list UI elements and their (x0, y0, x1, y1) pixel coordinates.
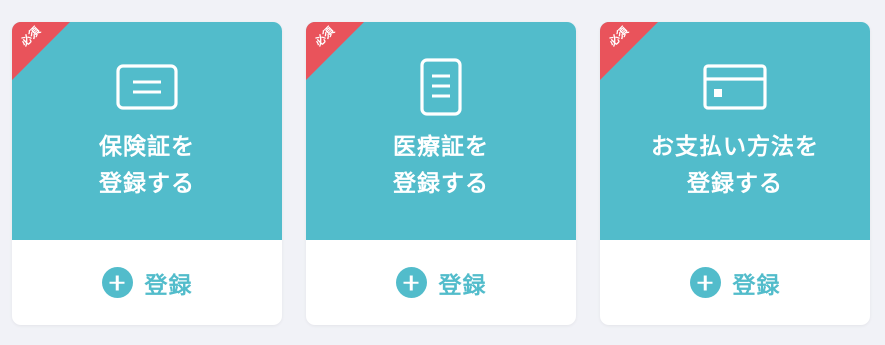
registration-cards: 必須 保険証を 登録する 登録 必須 医療証を 登録する 登録 必須 お支払い方… (0, 0, 885, 345)
register-label: 登録 (144, 272, 193, 299)
card-title-line2: 登録する (99, 171, 195, 197)
plus-circle-icon (395, 267, 427, 298)
register-label: 登録 (438, 272, 487, 299)
register-label: 登録 (732, 272, 781, 299)
card-title: お支払い方法を 登録する (600, 129, 870, 203)
card-title-line1: お支払い方法を (651, 134, 819, 160)
plus-circle-icon (689, 267, 721, 298)
plus-circle-icon (101, 267, 133, 298)
card-header[interactable]: 必須 医療証を 登録する (306, 22, 576, 240)
register-button[interactable]: 登録 (600, 240, 870, 325)
credit-card-icon (703, 64, 767, 110)
card-title: 医療証を 登録する (306, 129, 576, 203)
insurance-card-tile[interactable]: 必須 保険証を 登録する 登録 (12, 22, 282, 325)
card-header[interactable]: 必須 お支払い方法を 登録する (600, 22, 870, 240)
register-button[interactable]: 登録 (12, 240, 282, 325)
payment-method-tile[interactable]: 必須 お支払い方法を 登録する 登録 (600, 22, 870, 325)
card-title-line2: 登録する (687, 171, 783, 197)
register-button[interactable]: 登録 (306, 240, 576, 325)
card-title-line1: 保険証を (99, 134, 195, 160)
insurance-card-icon (116, 64, 178, 110)
card-title-line2: 登録する (393, 171, 489, 197)
card-header[interactable]: 必須 保険証を 登録する (12, 22, 282, 240)
card-title: 保険証を 登録する (12, 129, 282, 203)
medical-certificate-tile[interactable]: 必須 医療証を 登録する 登録 (306, 22, 576, 325)
card-title-line1: 医療証を (393, 134, 489, 160)
medical-certificate-icon (420, 58, 462, 116)
